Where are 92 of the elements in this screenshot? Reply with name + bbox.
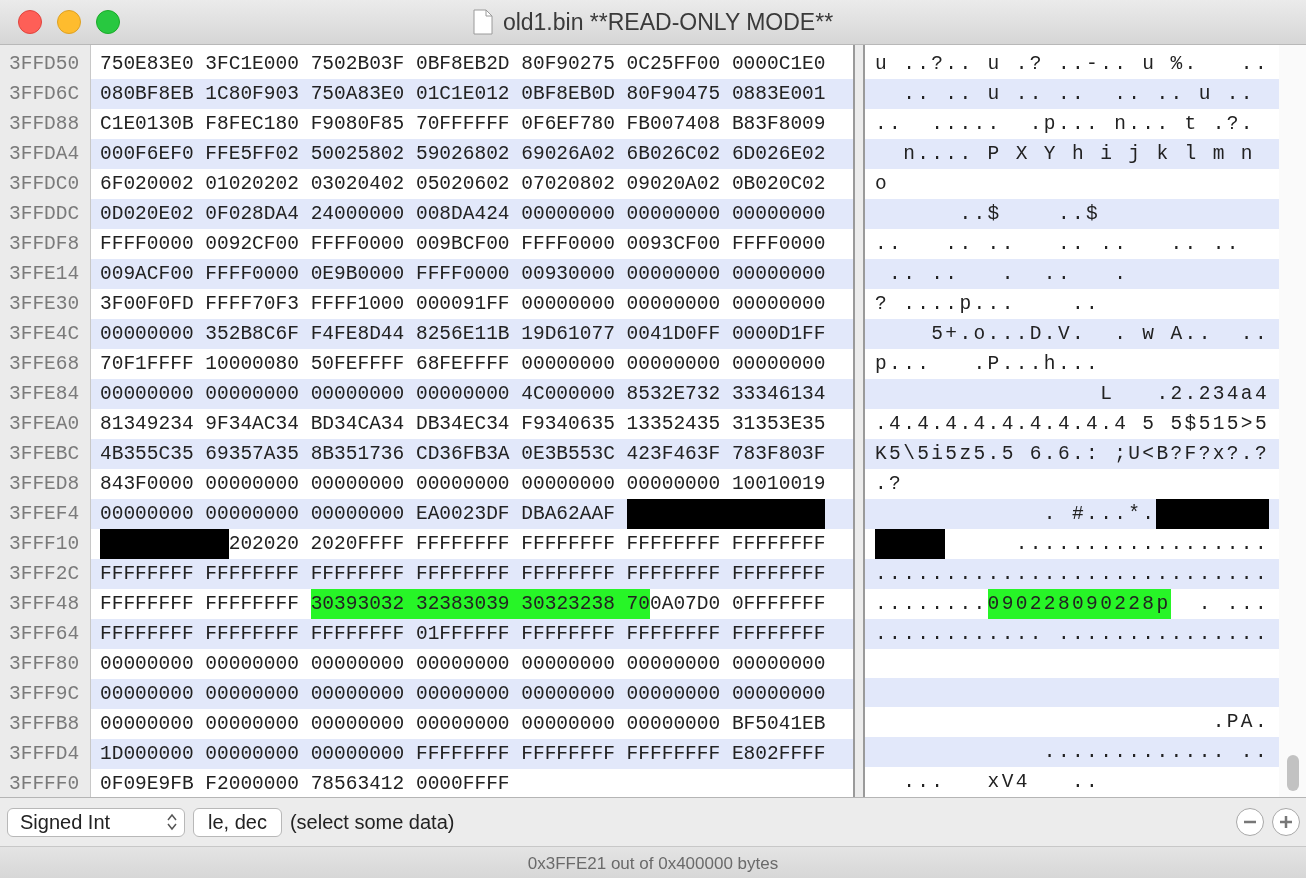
hex-bytes: FFFFFFFF FFFFFFFF (100, 592, 300, 617)
ascii-text: ..$ ..$ (958, 202, 1101, 227)
hex-bytes: 1D000000 00000000 00000000 FFFFFFFF FFFFFFFF FFFFFFFF E802FFFF (100, 742, 826, 767)
ascii-text: .4.4.4.4.4.4.4.4.4 5 5$515>5 (875, 412, 1269, 437)
ascii-text: .................. (1014, 532, 1269, 557)
row-offset: 3FFF9C (8, 682, 81, 707)
hex-bytes: 0A07D0 0FFFFFFF (650, 592, 826, 617)
ascii-text: ........ (875, 592, 988, 617)
hex-bytes: FFFFFFFF FFFFFFFF FFFFFFFF 01FFFFFF FFFFFFFF FFFFFFFF FFFFFFFF (100, 622, 826, 647)
row-offset: 3FFDC0 (8, 172, 81, 197)
format-button[interactable]: le, dec (193, 807, 282, 837)
hex-bytes: 750E83E0 3FC1E000 7502B03F 0BF8EB2D 80F90275 0C25FF00 0000C1E0 (100, 52, 826, 77)
ascii-text: . ... (1197, 592, 1270, 617)
row-offset: 3FFEA0 (8, 412, 81, 437)
hex-bytes: 00000000 00000000 00000000 00000000 00000000 00000000 00000000 (100, 682, 826, 707)
row-offset: 3FFE30 (8, 292, 81, 317)
inspector-value: (select some data) (289, 810, 456, 834)
hex-bytes: 00000000 352B8C6F F4FE8D44 8256E11B 19D61077 0041D0FF 0000D1FF (100, 322, 826, 347)
hex-bytes: 000F6EF0 FFE5FF02 50025802 59026802 69026A02 6B026C02 6D026E02 (100, 142, 826, 167)
ascii-text: p... .P...h... (875, 352, 1101, 377)
ascii-text: o (875, 172, 890, 197)
hex-bytes: 6F020002 01020202 03020402 05020602 07020802 09020A02 0B020C02 (100, 172, 826, 197)
hex-bytes: 3F00F0FD FFFF70F3 FFFF1000 000091FF 00000000 00000000 00000000 (100, 292, 826, 317)
ascii-text: .PA. (1211, 710, 1269, 735)
ascii-text: L .2.234a4 (1099, 382, 1269, 407)
ascii-text: 5+.o...D.V. . w A.. .. (930, 322, 1269, 347)
zoom-button[interactable] (96, 10, 120, 34)
row-offset: 3FFE68 (8, 352, 81, 377)
hex-bytes: 00000000 00000000 00000000 00000000 00000000 00000000 00000000 (100, 652, 826, 677)
updown-chevron-icon (166, 812, 178, 832)
hex-bytes: C1E0130B F8FEC180 F9080F85 70FFFFFF 0F6EF780 FB007408 B83F8009 (100, 112, 826, 137)
document-icon (472, 9, 493, 35)
row-offset: 3FFF48 (8, 592, 81, 617)
row-offset: 3FFD88 (8, 112, 81, 137)
hex-bytes: 009ACF00 FFFF0000 0E9B0000 FFFF0000 00930000 00000000 00000000 (100, 262, 826, 287)
hex-bytes: 81349234 9F34AC34 BD34CA34 DB34EC34 F9340635 13352435 31353E35 (100, 412, 826, 437)
ascii-text: .. ..... .p... n... t .?. (875, 112, 1255, 137)
row-offset: 3FFFD4 (8, 742, 81, 767)
row-offset: 3FFE14 (8, 262, 81, 287)
row-offset: 3FFDDC (8, 202, 81, 227)
ascii-text: K5\5i5z5.5 6.6.: ;U<B?F?x?.? (875, 442, 1269, 467)
ascii-text: ............................ (875, 562, 1269, 587)
hex-bytes: 00000000 00000000 00000000 00000000 4C000000 8532E732 33346134 (100, 382, 826, 407)
row-offset: 3FFF64 (8, 622, 81, 647)
add-button[interactable] (1272, 808, 1300, 836)
scrollbar-thumb[interactable] (1286, 755, 1299, 791)
hex-bytes: FFFF0000 0092CF00 FFFF0000 009BCF00 FFFF0000 0093CF00 FFFF0000 (100, 232, 826, 257)
hex-bytes: 0D020E02 0F028DA4 24000000 008DA424 00000000 00000000 00000000 (100, 202, 826, 227)
row-offset: 3FFEBC (8, 442, 81, 467)
ascii-text: ............. .. (1042, 740, 1269, 765)
hex-bytes: FFFFFFFF FFFFFFFF FFFFFFFF FFFFFFFF FFFFFFFF FFFFFFFF FFFFFFFF (100, 562, 826, 587)
status-text: 0x3FFE21 out of 0x400000 bytes (527, 853, 779, 874)
hex-bytes: 080BF8EB 1C80F903 750A83E0 01C1E012 0BF8EB0D 80F90475 0883E001 (100, 82, 826, 107)
row-offset: 3FFD50 (8, 52, 81, 77)
row-offset: 3FFE4C (8, 322, 81, 347)
hex-bytes: 202020 2020FFFF FFFFFFFF FFFFFFFF FFFFFFFF FFFFFFFF (228, 532, 826, 557)
ascii-text: ? ....p... .. (875, 292, 1101, 317)
redaction-block (875, 529, 946, 559)
ascii-text: u ..?.. u .? ..-.. u %. .. (875, 52, 1269, 77)
window-title: old1.bin **READ-ONLY MODE** (502, 8, 834, 36)
ascii-text: n.... P X Y h i j k l m n (902, 142, 1255, 167)
ascii-text: . #...*. (1042, 502, 1157, 527)
highlighted-bytes: 090228090228p (987, 589, 1171, 619)
row-offset: 3FFFF0 (8, 772, 81, 797)
row-offset: 3FFED8 (8, 472, 81, 497)
ascii-text: .. .. u .. .. .. .. u .. (902, 82, 1255, 107)
ascii-text: ............ ............... (875, 622, 1269, 647)
highlighted-bytes: 30393032 32383039 30323238 70 (310, 589, 650, 619)
hex-bytes: 0F09E9FB F2000000 78563412 0000FFFF (100, 772, 510, 797)
row-offset: 3FFE84 (8, 382, 81, 407)
close-button[interactable] (18, 10, 42, 34)
hex-bytes: 00000000 00000000 00000000 EA0023DF DBA62AAF (100, 502, 616, 527)
row-offset: 3FFD6C (8, 82, 81, 107)
ascii-text: ... xV4 .. (902, 770, 1101, 795)
ascii-text: .. .. . .. . (888, 262, 1129, 287)
row-offset: 3FFF80 (8, 652, 81, 677)
ascii-text: .. .. .. .. .. .. .. (875, 232, 1241, 257)
remove-button[interactable] (1236, 808, 1264, 836)
hex-bytes: 70F1FFFF 10000080 50FEFFFF 68FEFFFF 00000000 00000000 00000000 (100, 352, 826, 377)
row-offset: 3FFF2C (8, 562, 81, 587)
hex-bytes: 4B355C35 69357A35 8B351736 CD36FB3A 0E3B553C 423F463F 783F803F (100, 442, 826, 467)
row-offset: 3FFDA4 (8, 142, 81, 167)
ascii-text: .? (875, 472, 904, 497)
row-offset: 3FFDF8 (8, 232, 81, 257)
hex-bytes: 843F0000 00000000 00000000 00000000 00000000 00000000 10010019 (100, 472, 826, 497)
hex-bytes: 00000000 00000000 00000000 00000000 00000000 00000000 BF5041EB (100, 712, 826, 737)
type-select[interactable]: Signed Int (7, 807, 185, 837)
plus-icon (1279, 815, 1293, 829)
row-offset: 3FFF10 (8, 532, 81, 557)
minimize-button[interactable] (57, 10, 81, 34)
row-offset: 3FFEF4 (8, 502, 81, 527)
row-offset: 3FFFB8 (8, 712, 81, 737)
